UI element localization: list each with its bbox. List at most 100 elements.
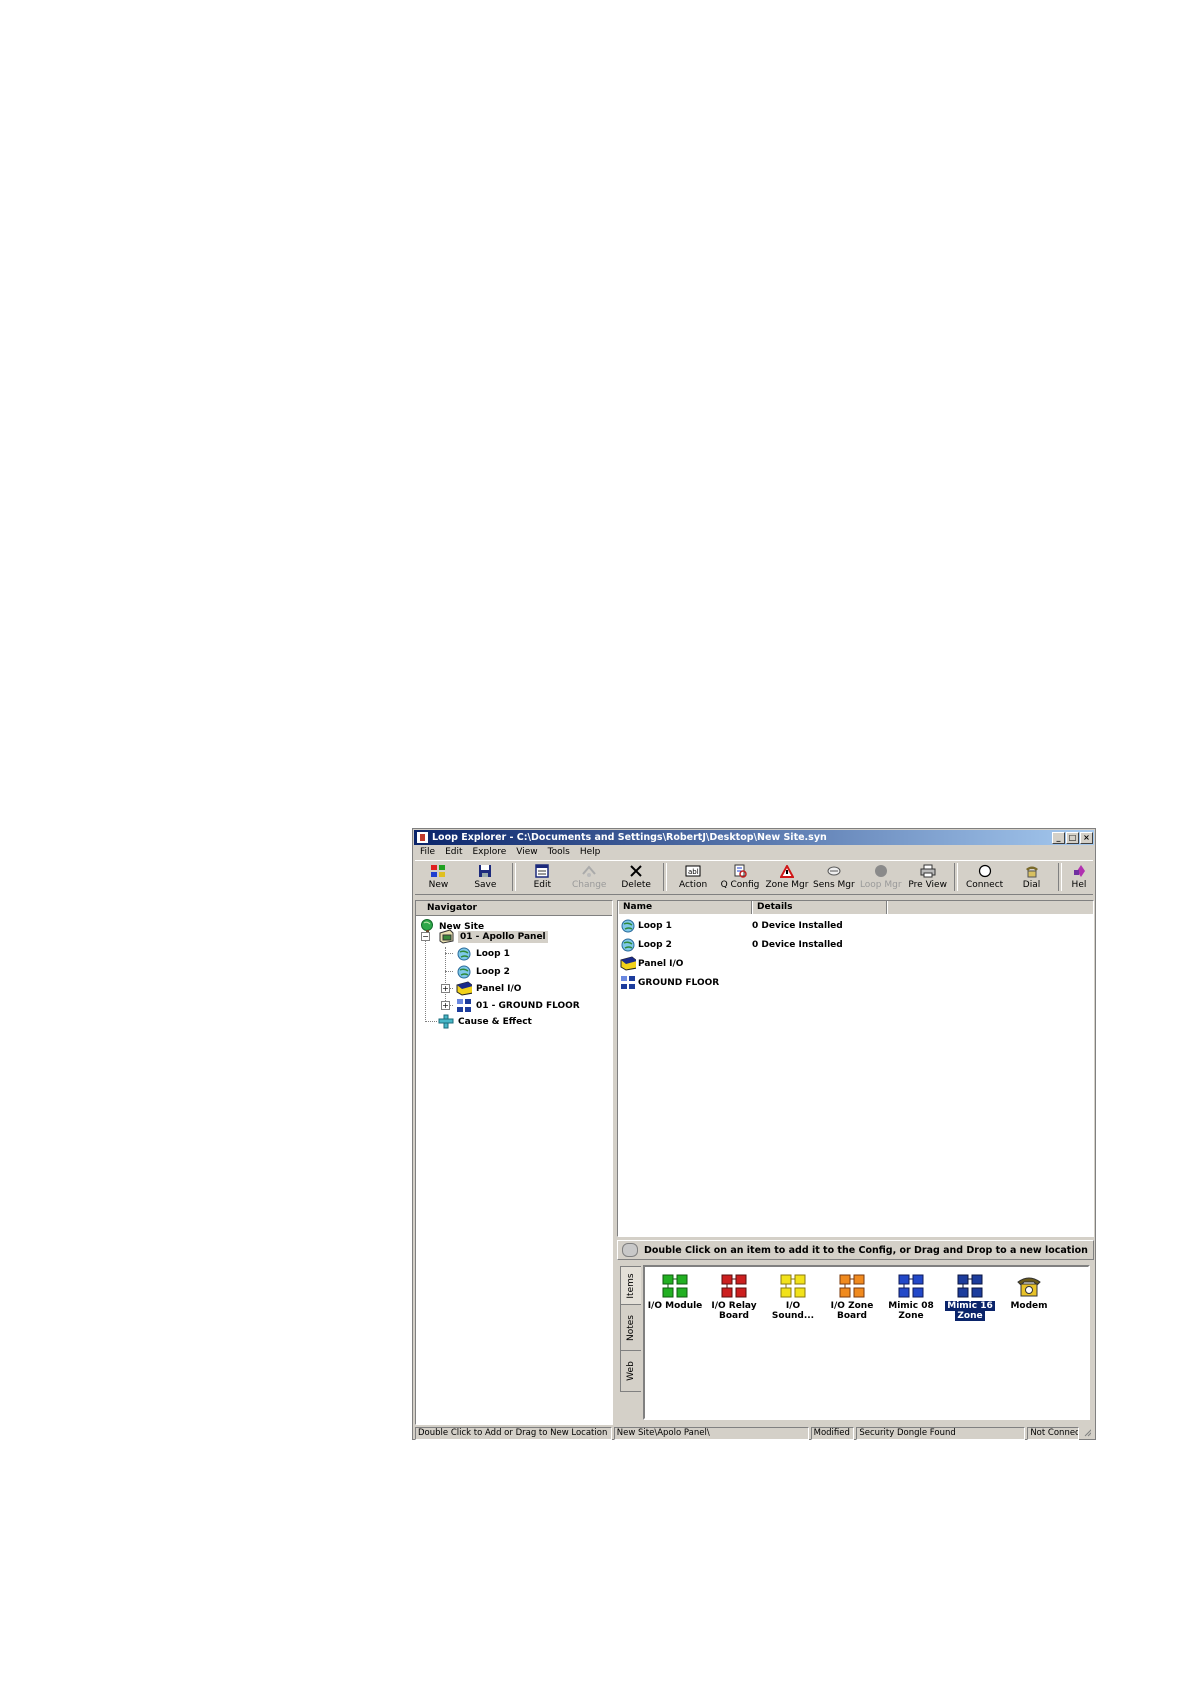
toolbar-separator (662, 863, 667, 891)
change-icon (581, 864, 597, 878)
resize-grip-icon[interactable] (1081, 1427, 1091, 1440)
navigator-title: Navigator (427, 903, 477, 913)
list-item-details: 0 Device Installed (752, 920, 843, 931)
tree-item-loop-2[interactable]: Loop 2 (456, 963, 510, 980)
zone-mgr-label: Zone Mgr (765, 880, 809, 890)
change-label: Change (571, 880, 607, 890)
tab-notes[interactable]: Notes (620, 1304, 641, 1352)
palette-toggle-icon[interactable] (622, 1243, 638, 1257)
menu-edit[interactable]: Edit (440, 846, 467, 859)
menu-file[interactable]: File (415, 846, 440, 859)
action-label: Action (678, 880, 708, 890)
expand-toggle[interactable]: + (441, 984, 450, 993)
close-button[interactable]: × (1080, 831, 1093, 844)
palette-item-modem[interactable]: Modem (1000, 1273, 1058, 1311)
tree-item-label: Cause & Effect (458, 1016, 532, 1027)
list-item[interactable]: GROUND FLOOR (620, 974, 752, 991)
palette-item-io-relay-board[interactable]: I/O Relay Board (705, 1273, 763, 1321)
sens-mgr-button[interactable]: Sens Mgr (810, 861, 857, 893)
tree-line (425, 936, 426, 1022)
contents-list: Name Details Loop 1 0 Device Installed L… (617, 900, 1094, 1237)
loop-mgr-button[interactable]: Loop Mgr (857, 861, 904, 893)
delete-button[interactable]: Delete (613, 861, 660, 893)
edit-form-icon (534, 864, 550, 878)
list-item[interactable]: Loop 2 0 Device Installed (620, 936, 843, 953)
device-palette: Double Click on an item to add it to the… (617, 1240, 1094, 1425)
menu-tools[interactable]: Tools (543, 846, 575, 859)
tab-items[interactable]: Items (620, 1266, 641, 1306)
qconfig-button[interactable]: Q Config (717, 861, 764, 893)
minimize-button[interactable]: _ (1052, 831, 1065, 844)
tree-item-loop-1[interactable]: Loop 1 (456, 945, 510, 962)
palette-item-label-2: Zone (898, 1311, 924, 1321)
save-button[interactable]: Save (462, 861, 509, 893)
window-title: Loop Explorer - C:\Documents and Setting… (432, 832, 827, 843)
help-label: Hel (1071, 880, 1087, 890)
tree-item-ground-floor[interactable]: 01 - GROUND FLOOR (456, 997, 580, 1014)
title-bar[interactable]: Loop Explorer - C:\Documents and Setting… (414, 830, 1094, 845)
palette-item-label: I/O Zone (830, 1301, 874, 1311)
expand-toggle[interactable]: + (441, 1001, 450, 1010)
connect-button[interactable]: Connect (961, 861, 1008, 893)
column-header-name[interactable]: Name (618, 901, 752, 914)
change-button[interactable]: Change (566, 861, 613, 893)
menu-explore[interactable]: Explore (468, 846, 512, 859)
dial-button[interactable]: Dial (1008, 861, 1055, 893)
tree-line (445, 947, 446, 1005)
connect-circle-icon (977, 864, 993, 878)
list-item-name: GROUND FLOOR (620, 975, 752, 990)
tree-item-panel-io[interactable]: Panel I/O (456, 980, 521, 997)
list-item[interactable]: Panel I/O (620, 955, 752, 972)
column-header-filler (887, 901, 1093, 914)
new-button[interactable]: New (415, 861, 462, 893)
palette-item-mimic-08-zone[interactable]: Mimic 08 Zone (882, 1273, 940, 1321)
list-header: Name Details (618, 901, 1093, 914)
dial-label: Dial (1022, 880, 1041, 890)
sensor-icon (826, 864, 842, 878)
maximize-button[interactable]: □ (1066, 831, 1079, 844)
help-button[interactable]: Hel (1065, 861, 1093, 893)
collapse-toggle[interactable]: − (421, 932, 430, 941)
list-item[interactable]: Loop 1 0 Device Installed (620, 917, 843, 934)
tab-web[interactable]: Web (620, 1350, 641, 1392)
menu-bar: File Edit Explore View Tools Help (415, 846, 605, 859)
loop-explorer-window: Loop Explorer - C:\Documents and Setting… (412, 828, 1096, 1440)
palette-item-io-sounder[interactable]: I/O Sound... (764, 1273, 822, 1321)
column-header-details[interactable]: Details (752, 901, 887, 914)
list-item-label: Loop 2 (638, 939, 672, 950)
preview-label: Pre View (908, 880, 947, 890)
save-label: Save (474, 880, 497, 890)
palette-item-mimic-16-zone[interactable]: Mimic 16 Zone (941, 1273, 999, 1321)
phone-icon (1024, 864, 1040, 878)
zone-icon (620, 975, 636, 990)
palette-item-io-module[interactable]: I/O Module (646, 1273, 704, 1311)
toolbar-separator (511, 863, 516, 891)
tree-item-apollo-panel[interactable]: 01 - Apollo Panel (438, 928, 548, 945)
edit-label: Edit (533, 880, 552, 890)
palette-item-label: Modem (1010, 1301, 1048, 1311)
qconfig-icon (732, 864, 748, 878)
palette-item-io-zone-board[interactable]: I/O Zone Board (823, 1273, 881, 1321)
toolbar-separator (1057, 863, 1062, 891)
tab-web-label: Web (626, 1361, 636, 1381)
palette-item-label-2: Zone (955, 1311, 985, 1321)
tree-item-cause-effect[interactable]: Cause & Effect (438, 1013, 532, 1030)
preview-button[interactable]: Pre View (904, 861, 951, 893)
menu-help[interactable]: Help (575, 846, 606, 859)
tab-notes-label: Notes (626, 1315, 636, 1341)
palette-item-label: Mimic 16 (945, 1301, 995, 1311)
edit-button[interactable]: Edit (519, 861, 566, 893)
menu-view[interactable]: View (511, 846, 542, 859)
zone-mgr-button[interactable]: Zone Mgr (763, 861, 810, 893)
cause-effect-icon (438, 1014, 454, 1029)
status-connection: Not Connec (1027, 1427, 1080, 1440)
action-button[interactable]: abl Action (670, 861, 717, 893)
toolbar-separator (954, 863, 959, 891)
navigator-pane: Navigator New Site − 01 - Apollo Panel L… (415, 900, 613, 1425)
modem-phone-icon (1017, 1277, 1041, 1297)
status-hint: Double Click to Add or Drag to New Locat… (415, 1427, 612, 1440)
loop-globe-icon (620, 937, 636, 952)
palette-item-label-2: Board (719, 1311, 749, 1321)
tree-line (445, 971, 453, 972)
zone-icon (456, 998, 472, 1013)
